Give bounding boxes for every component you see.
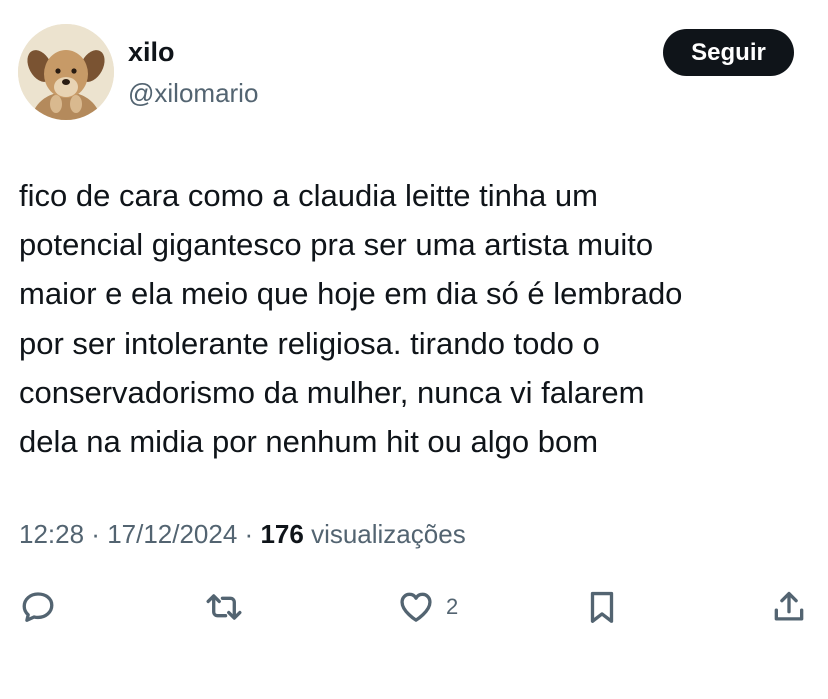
retweet-icon (206, 594, 242, 620)
views-label: visualizações (311, 519, 466, 549)
tweet-text-line: fico de cara como a claudia leitte tinha… (19, 178, 598, 213)
tweet-text: fico de cara como a claudia leitte tinha… (19, 171, 814, 466)
views-count: 176 (260, 519, 304, 549)
heart-icon (400, 592, 432, 622)
like-count: 2 (446, 594, 459, 619)
tweet-text-line: maior e ela meio que hoje em dia só é le… (19, 276, 683, 312)
avatar[interactable] (18, 24, 114, 120)
display-name[interactable]: xilo (128, 36, 175, 68)
reply-button[interactable] (19, 588, 57, 626)
user-handle[interactable]: @xilomario (128, 77, 258, 109)
bookmark-icon (590, 591, 614, 623)
tweet-text-line: dela na midia por nenhum hit ou algo bom (19, 424, 599, 460)
tweet-metadata: 12:28 · 17/12/2024 · 176 visualizações (19, 517, 466, 551)
tweet-date[interactable]: 17/12/2024 (107, 519, 237, 549)
like-button[interactable]: 2 (396, 588, 458, 626)
tweet-text-line: por ser intolerante religiosa. tirando t… (19, 325, 600, 361)
retweet-button[interactable] (203, 588, 245, 626)
meta-separator: · (84, 519, 108, 549)
follow-button[interactable]: Seguir (663, 29, 794, 76)
tweet-text-line: potencial gigantesco pra ser uma artista… (19, 227, 654, 263)
reply-icon (22, 592, 54, 622)
tweet-time[interactable]: 12:28 (19, 519, 84, 549)
share-icon (774, 591, 804, 621)
share-button[interactable] (770, 588, 808, 626)
dog-avatar-icon (18, 24, 114, 120)
meta-separator: · (237, 519, 261, 549)
tweet-text-line: conservadorismo da mulher, nunca vi fala… (19, 374, 645, 410)
bookmark-button[interactable] (583, 588, 621, 626)
